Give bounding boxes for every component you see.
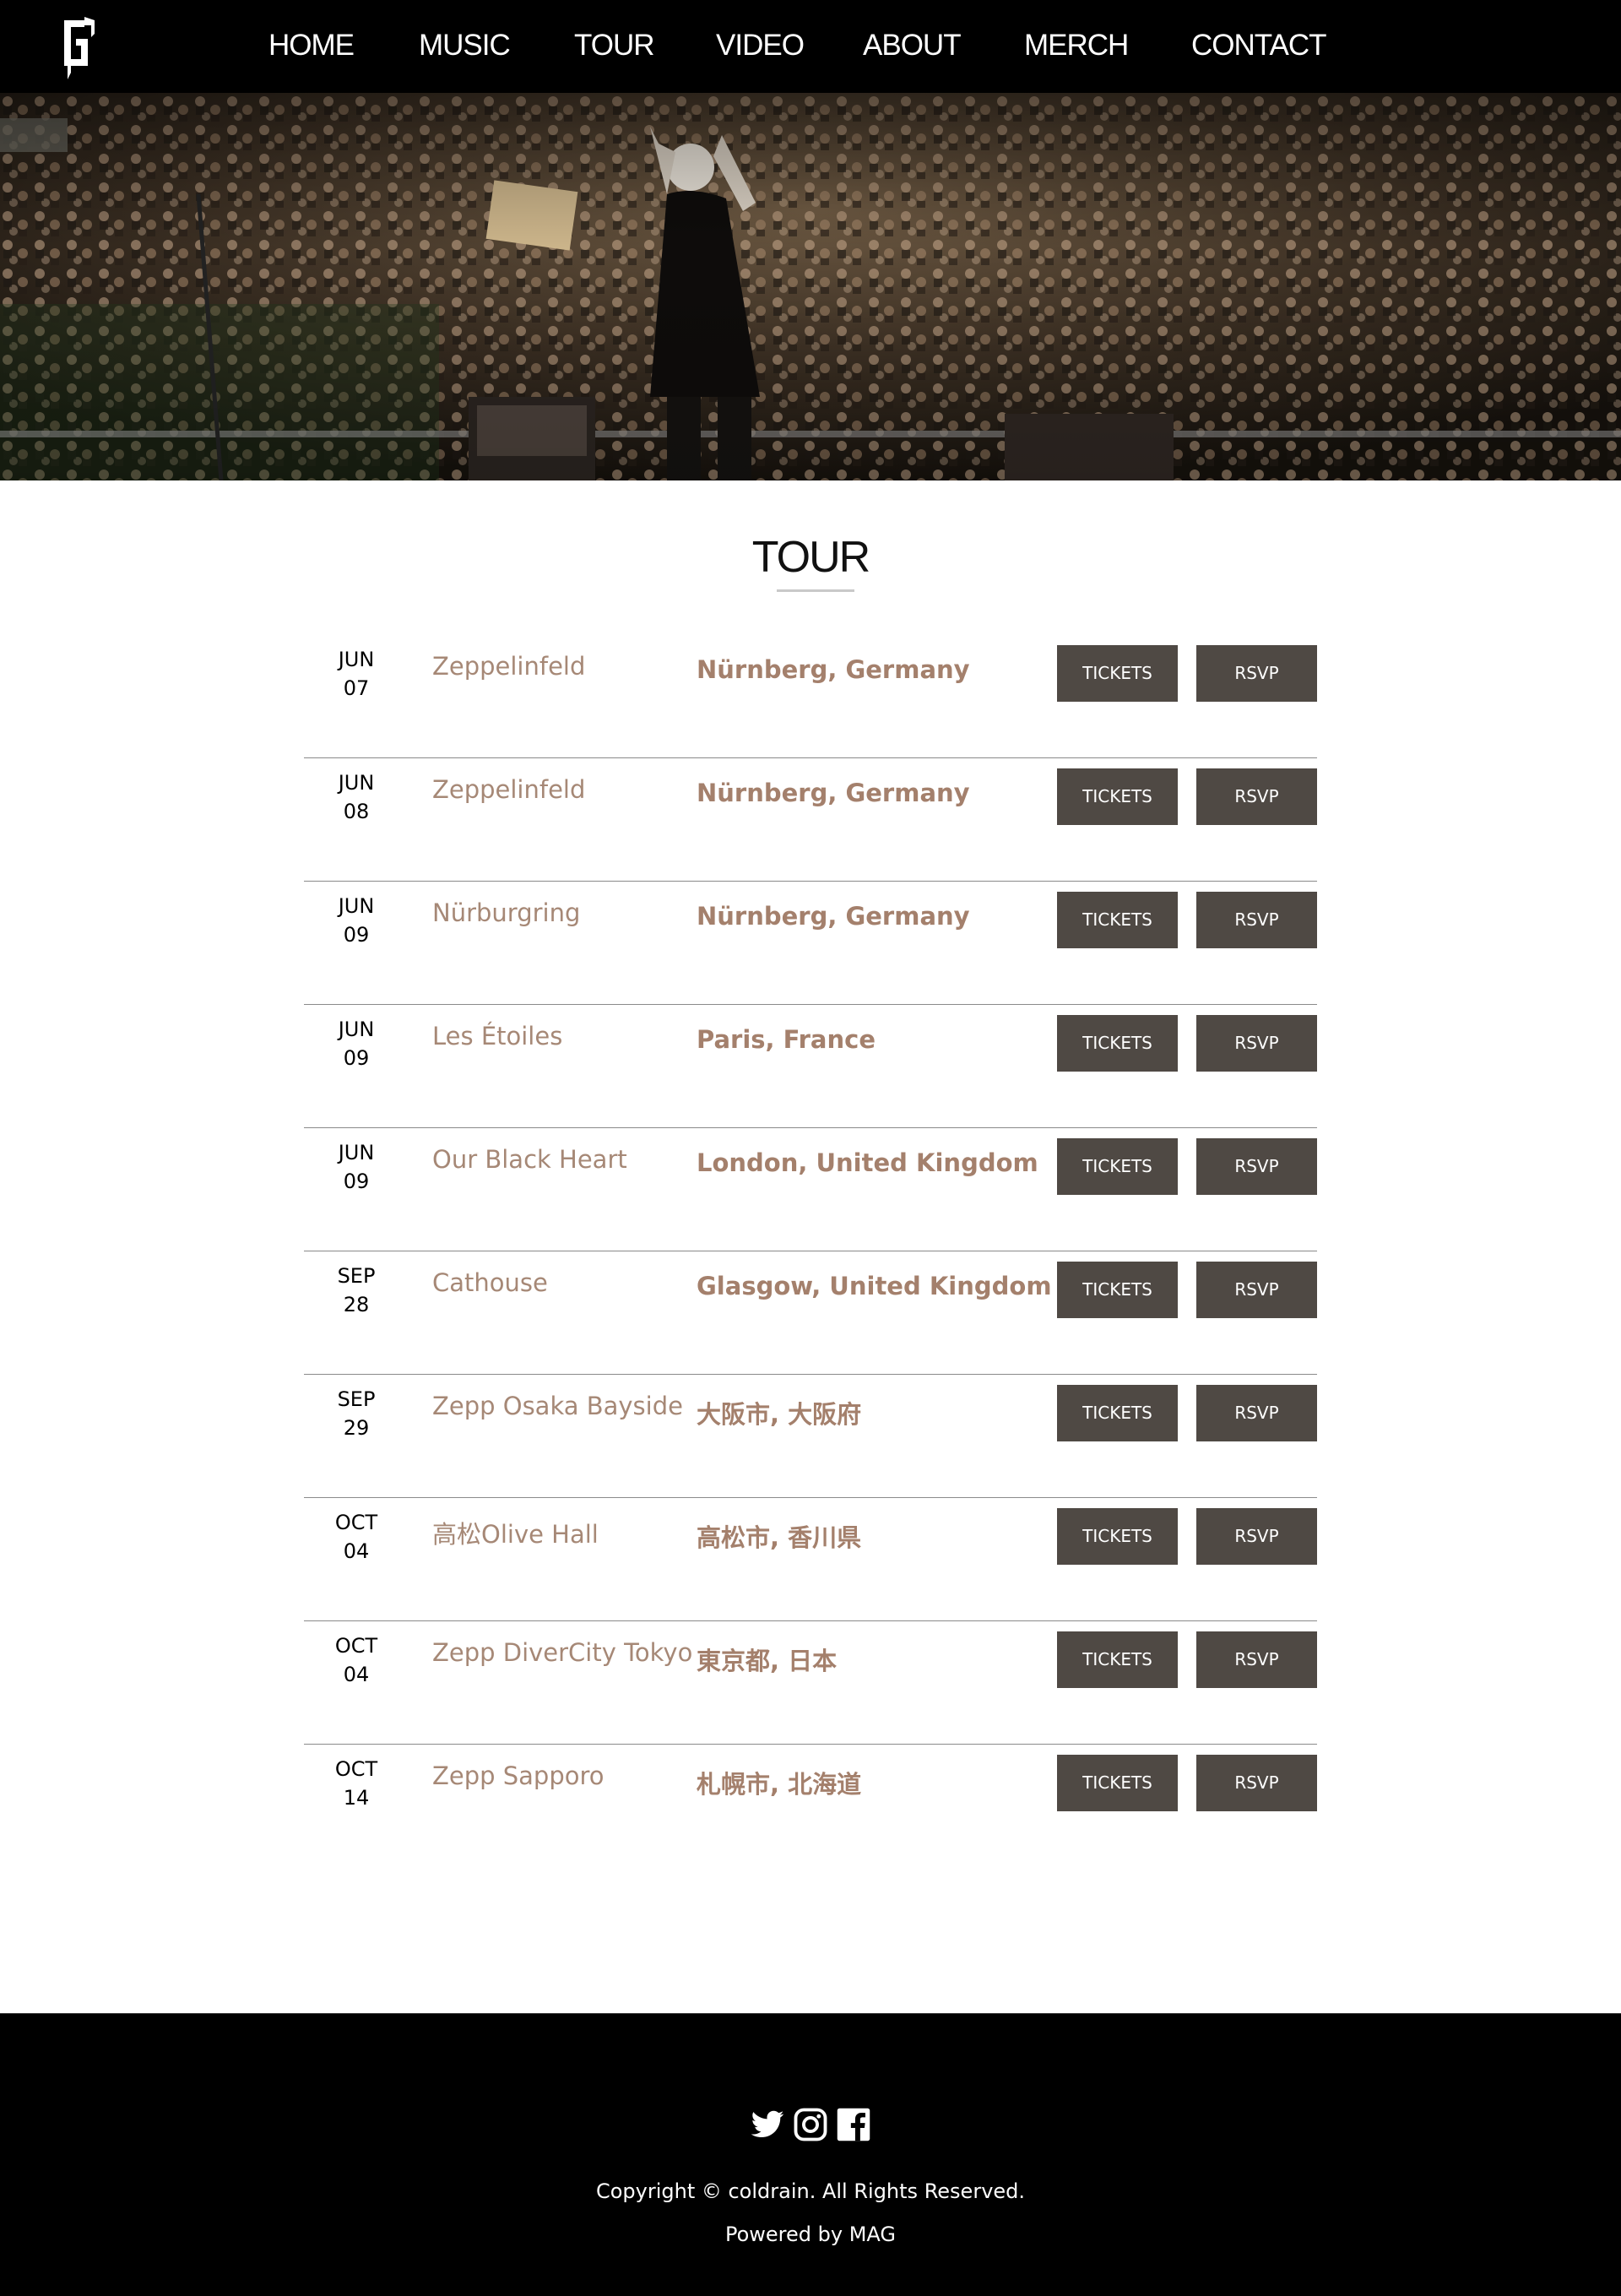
event-venue: Zepp Osaka Bayside [432, 1392, 683, 1420]
rsvp-button[interactable]: RSVP [1196, 1631, 1317, 1688]
event-date: SEP 28 [337, 1264, 376, 1316]
tour-date-row: OCT 04 Zepp DiverCity Tokyo 東京都, 日本 TICKE… [304, 1621, 1317, 1745]
tickets-button[interactable]: TICKETS [1057, 1015, 1178, 1072]
event-date: OCT 14 [334, 1757, 378, 1810]
event-location: Nürnberg, Germany [697, 655, 970, 684]
tickets-button[interactable]: TICKETS [1057, 1508, 1178, 1565]
tour-date-row: SEP 29 Zepp Osaka Bayside 大阪市, 大阪府 TICKET… [304, 1375, 1317, 1498]
instagram-icon[interactable] [793, 2107, 828, 2142]
rsvp-button[interactable]: RSVP [1196, 1138, 1317, 1195]
event-date: JUN 08 [338, 771, 375, 823]
nav-about[interactable]: ABOUT [863, 29, 962, 62]
event-venue: Les Étoiles [432, 1022, 563, 1050]
tour-date-row: OCT 14 Zepp Sapporo 札幌市, 北海道 TICKETS RSVP [304, 1745, 1317, 1868]
event-location: 高松市, 香川県 [697, 1523, 862, 1552]
event-venue: Zeppelinfeld [432, 652, 586, 681]
event-location: Nürnberg, Germany [697, 902, 970, 931]
main-nav: HOME MUSIC TOUR VIDEO ABOUT MERCH CONTAC… [0, 0, 1621, 93]
nav-music[interactable]: MUSIC [419, 29, 511, 62]
nav-merch[interactable]: MERCH [1024, 29, 1129, 62]
event-location: 札幌市, 北海道 [697, 1770, 862, 1799]
tour-date-row: OCT 04 高松Olive Hall 高松市, 香川県 TICKETS RSVP [304, 1498, 1317, 1621]
tickets-button[interactable]: TICKETS [1057, 768, 1178, 825]
tour-date-row: JUN 09 Les Étoiles Paris, France TICKETS … [304, 1005, 1317, 1128]
event-venue: Zeppelinfeld [432, 775, 586, 804]
event-location: Paris, France [697, 1025, 876, 1054]
event-venue: Zepp Sapporo [432, 1761, 604, 1790]
event-location: Glasgow, United Kingdom [697, 1272, 1052, 1300]
title-underline [777, 589, 854, 592]
tour-date-row: SEP 28 Cathouse Glasgow, United Kingdom T… [304, 1251, 1317, 1375]
social-links [750, 2107, 871, 2142]
rsvp-button[interactable]: RSVP [1196, 1015, 1317, 1072]
tickets-button[interactable]: TICKETS [1057, 1755, 1178, 1811]
event-location: Nürnberg, Germany [697, 779, 970, 807]
event-venue: Our Black Heart [432, 1145, 627, 1174]
tickets-button[interactable]: TICKETS [1057, 645, 1178, 702]
tickets-button[interactable]: TICKETS [1057, 1138, 1178, 1195]
event-date: JUN 09 [338, 1018, 375, 1070]
hero-concert-image [0, 93, 1621, 480]
tickets-button[interactable]: TICKETS [1057, 892, 1178, 948]
tour-date-row: JUN 08 Zeppelinfeld Nürnberg, Germany TIC… [304, 758, 1317, 882]
event-venue: 高松Olive Hall [432, 1520, 599, 1549]
event-date: JUN 07 [338, 648, 375, 700]
event-venue: Cathouse [432, 1268, 548, 1297]
copyright-text: Copyright © coldrain. All Rights Reserve… [595, 2179, 1026, 2203]
tour-date-row: JUN 09 Our Black Heart London, United Kin… [304, 1128, 1317, 1251]
event-venue: Nürburgring [432, 898, 581, 927]
event-date: OCT 04 [334, 1511, 378, 1563]
event-date: JUN 09 [338, 894, 375, 947]
twitter-icon[interactable] [750, 2107, 785, 2142]
event-date: OCT 04 [334, 1634, 378, 1686]
rsvp-button[interactable]: RSVP [1196, 1755, 1317, 1811]
facebook-icon[interactable] [836, 2107, 871, 2142]
site-footer: Copyright © coldrain. All Rights Reserve… [0, 2013, 1621, 2296]
event-location: London, United Kingdom [697, 1148, 1038, 1177]
tour-date-row: JUN 09 Nürburgring Nürnberg, Germany TICK… [304, 882, 1317, 1005]
tour-date-row: JUN 07 Zeppelinfeld Nürnberg, Germany TIC… [304, 635, 1317, 758]
tickets-button[interactable]: TICKETS [1057, 1385, 1178, 1441]
page-title: TOUR [751, 533, 870, 582]
nav-video[interactable]: VIDEO [716, 29, 805, 62]
site-header: HOME MUSIC TOUR VIDEO ABOUT MERCH CONTAC… [0, 0, 1621, 93]
nav-tour[interactable]: TOUR [574, 29, 655, 62]
tickets-button[interactable]: TICKETS [1057, 1631, 1178, 1688]
rsvp-button[interactable]: RSVP [1196, 1262, 1317, 1318]
event-date: JUN 09 [338, 1141, 375, 1193]
rsvp-button[interactable]: RSVP [1196, 1385, 1317, 1441]
event-venue: Zepp DiverCity Tokyo [432, 1638, 693, 1667]
rsvp-button[interactable]: RSVP [1196, 892, 1317, 948]
rsvp-button[interactable]: RSVP [1196, 645, 1317, 702]
rsvp-button[interactable]: RSVP [1196, 1508, 1317, 1565]
rsvp-button[interactable]: RSVP [1196, 768, 1317, 825]
tickets-button[interactable]: TICKETS [1057, 1262, 1178, 1318]
event-location: 大阪市, 大阪府 [697, 1400, 862, 1429]
nav-contact[interactable]: CONTACT [1191, 29, 1327, 62]
event-date: SEP 29 [337, 1387, 376, 1440]
powered-by-text: Powered by MAG [724, 2223, 897, 2246]
nav-home[interactable]: HOME [268, 29, 355, 62]
tour-dates-list: JUN 07 Zeppelinfeld Nürnberg, Germany TIC… [304, 635, 1317, 1868]
event-location: 東京都, 日本 [697, 1647, 838, 1675]
